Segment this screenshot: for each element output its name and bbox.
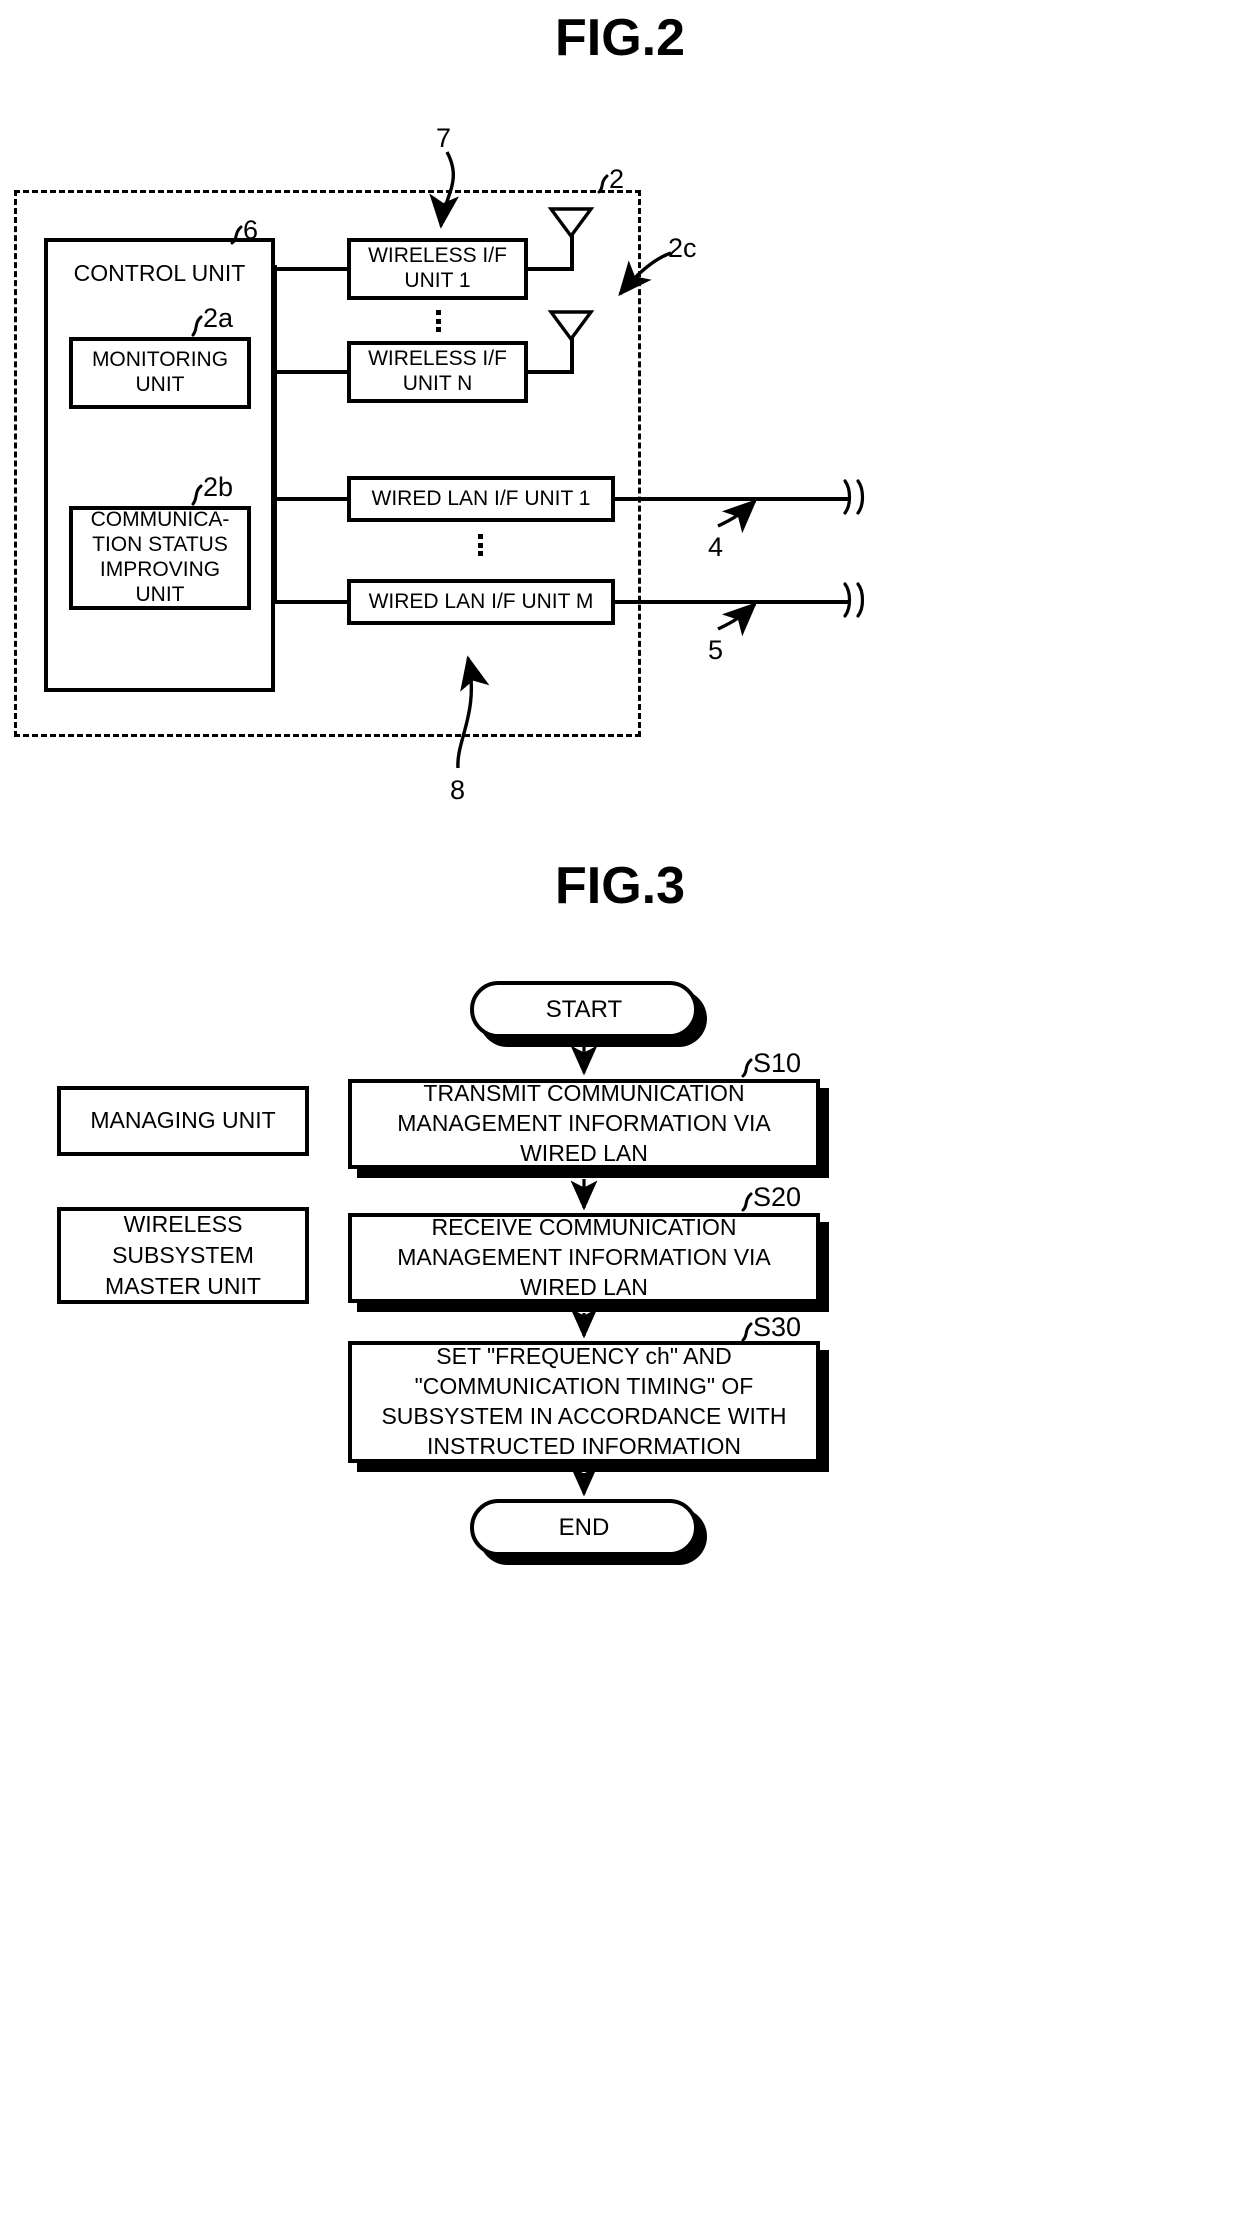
step-s20-line-1: RECEIVE COMMUNICATION bbox=[431, 1214, 737, 1241]
reference-numeral-8: 8 bbox=[450, 775, 466, 805]
end-label: END bbox=[558, 1513, 610, 1541]
actor-wireless-subsystem-master-unit-box: WIRELESS SUBSYSTEM MASTER UNIT bbox=[57, 1207, 309, 1304]
communication-status-improving-unit-box: COMMUNICA- TION STATUS IMPROVING UNIT bbox=[69, 506, 251, 610]
callout-arrow-ref-5 bbox=[717, 602, 757, 637]
reference-numeral-4: 4 bbox=[708, 532, 724, 562]
step-s20-line-3: WIRED LAN bbox=[520, 1273, 648, 1300]
figure-2-title: FIG.2 bbox=[554, 9, 686, 67]
connector-control-to-wired-1 bbox=[273, 497, 349, 501]
reference-numeral-s20: S20 bbox=[753, 1182, 802, 1212]
step-s30-line-2: "COMMUNICATION TIMING" OF bbox=[414, 1373, 754, 1400]
reference-numeral-5: 5 bbox=[708, 635, 724, 665]
reference-numeral-2c: 2c bbox=[668, 233, 697, 263]
reference-numeral-2b: 2b bbox=[203, 472, 234, 502]
wired-lan-if-unit-1-box: WIRED LAN I/F UNIT 1 bbox=[347, 476, 615, 522]
reference-numeral-2: 2 bbox=[609, 164, 625, 194]
connector-control-to-wired-m bbox=[273, 600, 349, 604]
wired-lan-if-unit-m-box: WIRED LAN I/F UNIT M bbox=[347, 579, 615, 625]
actor-master-unit-line-3: MASTER UNIT bbox=[105, 1273, 261, 1300]
start-label: START bbox=[545, 995, 623, 1023]
wireless-units-ellipsis bbox=[436, 310, 441, 332]
wireless-if-1-line-1: WIRELESS I/F bbox=[368, 244, 507, 268]
leader-line-ref-s20 bbox=[741, 1192, 753, 1212]
step-s30-line-4: INSTRUCTED INFORMATION bbox=[427, 1432, 741, 1459]
reference-numeral-2a: 2a bbox=[203, 303, 234, 333]
wireless-if-unit-1-box: WIRELESS I/F UNIT 1 bbox=[347, 238, 528, 300]
actor-managing-unit-line-1: MANAGING UNIT bbox=[90, 1107, 276, 1134]
flowchart-end-terminator: END bbox=[470, 1499, 698, 1556]
step-s20-line-2: MANAGEMENT INFORMATION VIA bbox=[397, 1244, 771, 1271]
reference-numeral-s30: S30 bbox=[753, 1312, 802, 1342]
reference-numeral-s10: S10 bbox=[753, 1048, 802, 1078]
actor-master-unit-line-1: WIRELESS bbox=[123, 1210, 243, 1237]
comm-status-line-2: TION STATUS bbox=[92, 533, 228, 557]
antenna-lead-n-horizontal bbox=[526, 370, 574, 374]
wireless-if-1-line-2: UNIT 1 bbox=[404, 269, 471, 292]
wired-lan-1-label: WIRED LAN I/F UNIT 1 bbox=[371, 486, 591, 510]
flowchart-step-s30-box: SET "FREQUENCY ch" AND "COMMUNICATION TI… bbox=[348, 1341, 820, 1463]
figure-3-title: FIG.3 bbox=[554, 857, 686, 915]
wired-lan-units-ellipsis bbox=[478, 534, 483, 556]
wired-lan-1-cable bbox=[613, 497, 848, 501]
patent-figure-page: FIG.2 CONTROL UNIT MONITORING UNIT COMMU… bbox=[0, 0, 1240, 2226]
connector-control-to-wireless-1 bbox=[273, 267, 349, 271]
actor-managing-unit-box: MANAGING UNIT bbox=[57, 1086, 309, 1156]
wired-lan-m-cable bbox=[613, 600, 848, 604]
monitoring-unit-line-1: MONITORING bbox=[91, 348, 229, 372]
reference-numeral-7: 7 bbox=[436, 123, 452, 153]
wireless-if-unit-n-box: WIRELESS I/F UNIT N bbox=[347, 341, 528, 403]
monitoring-unit-box: MONITORING UNIT bbox=[69, 337, 251, 409]
actor-master-unit-line-2: SUBSYSTEM bbox=[112, 1241, 254, 1268]
wireless-if-n-line-2: UNIT N bbox=[402, 372, 473, 395]
step-s30-line-3: SUBSYSTEM IN ACCORDANCE WITH bbox=[381, 1403, 787, 1429]
connector-control-to-wireless-n bbox=[273, 370, 349, 374]
step-s10-line-2: MANAGEMENT INFORMATION VIA bbox=[397, 1110, 771, 1137]
control-unit-label: CONTROL UNIT bbox=[73, 260, 246, 286]
flowchart-start-terminator: START bbox=[470, 981, 698, 1038]
comm-status-line-1: COMMUNICA- bbox=[90, 508, 230, 532]
comm-status-line-4: UNIT bbox=[135, 582, 185, 606]
monitoring-unit-line-2: UNIT bbox=[135, 373, 185, 396]
callout-arrow-ref-4 bbox=[717, 499, 757, 534]
leader-line-ref-s10 bbox=[741, 1058, 753, 1078]
step-s10-line-1: TRANSMIT COMMUNICATION bbox=[423, 1080, 745, 1107]
step-s10-line-3: WIRED LAN bbox=[520, 1139, 648, 1166]
wireless-if-n-line-1: WIRELESS I/F bbox=[368, 347, 507, 371]
flowchart-step-s20-box: RECEIVE COMMUNICATION MANAGEMENT INFORMA… bbox=[348, 1213, 820, 1303]
leader-line-ref-s30 bbox=[741, 1322, 753, 1342]
antenna-lead-n-vertical bbox=[570, 338, 574, 372]
control-unit-bus-vertical bbox=[273, 265, 277, 602]
wired-lan-m-label: WIRED LAN I/F UNIT M bbox=[368, 589, 594, 613]
flowchart-step-s10-box: TRANSMIT COMMUNICATION MANAGEMENT INFORM… bbox=[348, 1079, 820, 1169]
antenna-lead-1-horizontal bbox=[526, 267, 574, 271]
antenna-lead-1-vertical bbox=[570, 235, 574, 269]
control-unit-box: CONTROL UNIT bbox=[44, 238, 275, 692]
comm-status-line-3: IMPROVING bbox=[99, 558, 221, 581]
reference-numeral-6: 6 bbox=[243, 215, 259, 245]
step-s30-line-1: SET "FREQUENCY ch" AND bbox=[436, 1343, 732, 1370]
